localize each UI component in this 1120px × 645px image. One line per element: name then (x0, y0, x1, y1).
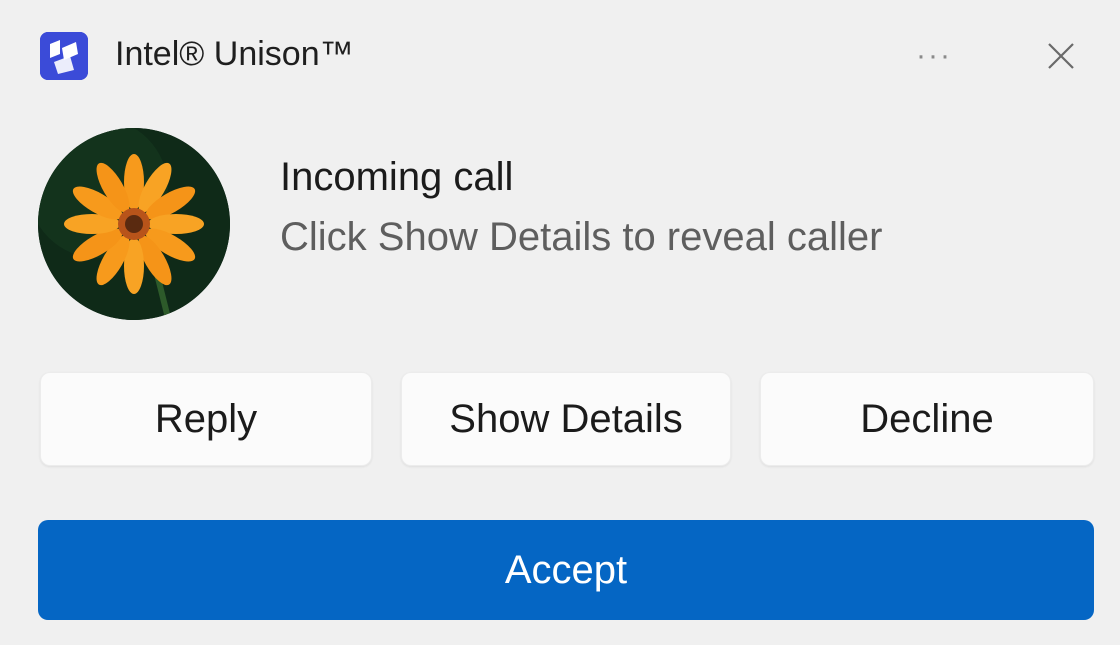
intel-unison-logo-icon (40, 32, 88, 80)
show-details-button[interactable]: Show Details (401, 372, 731, 466)
reply-button[interactable]: Reply (40, 372, 372, 466)
decline-button[interactable]: Decline (760, 372, 1094, 466)
close-icon (1048, 43, 1074, 69)
toast-header: Intel® Unison™ ··· (0, 0, 1120, 110)
accept-button[interactable]: Accept (38, 520, 1094, 620)
caller-avatar (38, 128, 230, 320)
app-name: Intel® Unison™ (115, 35, 354, 73)
notification-title: Incoming call (280, 155, 514, 199)
notification-message: Click Show Details to reveal caller (280, 215, 883, 259)
notification-toast: Intel® Unison™ ··· Incoming call Click S… (0, 0, 1120, 645)
more-options-button[interactable]: ··· (898, 30, 970, 82)
close-button[interactable] (1026, 30, 1096, 82)
flower-icon (38, 128, 230, 320)
